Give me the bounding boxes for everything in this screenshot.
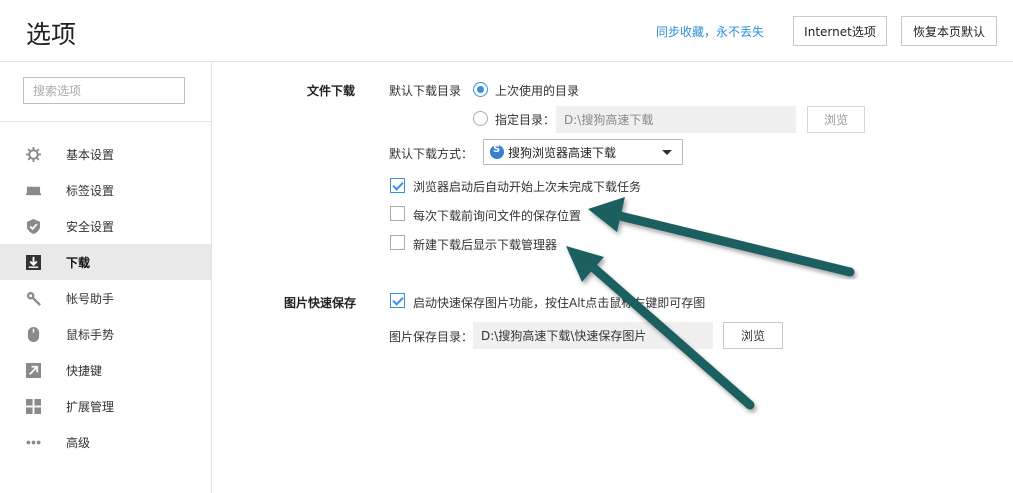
- sidebar-item-mouse-gesture[interactable]: 鼠标手势: [0, 316, 211, 352]
- image-save-enable-checkbox[interactable]: [390, 293, 405, 308]
- last-used-dir-radio[interactable]: [473, 82, 488, 97]
- resume-downloads-checkbox[interactable]: [390, 178, 405, 193]
- image-dir-field[interactable]: D:\搜狗高速下载\快速保存图片: [473, 322, 713, 349]
- sidebar-nav: 基本设置 标签设置 安全设置 下载 帐号助手 鼠标手势 快捷键 扩展管理 高级: [0, 136, 211, 460]
- ask-location-checkbox[interactable]: [390, 206, 405, 221]
- restore-defaults-button[interactable]: 恢复本页默认: [901, 16, 997, 46]
- key-icon: [26, 291, 41, 306]
- image-dir-label: 图片保存目录：: [389, 330, 474, 344]
- last-used-dir-label: 上次使用的目录: [495, 84, 580, 98]
- sidebar-item-label: 基本设置: [66, 148, 115, 162]
- ask-location-label: 每次下载前询问文件的保存位置: [413, 209, 582, 223]
- sidebar-item-label: 安全设置: [66, 220, 115, 234]
- shield-icon: [26, 219, 41, 234]
- sidebar-item-label: 下载: [66, 256, 91, 270]
- download-method-label: 默认下载方式：: [389, 147, 474, 161]
- download-method-value: 搜狗浏览器高速下载: [508, 145, 617, 160]
- file-download-section-title: 文件下载: [307, 84, 356, 98]
- sogou-browser-icon: [490, 144, 504, 159]
- browse-dir-button[interactable]: 浏览: [807, 106, 865, 133]
- download-method-select[interactable]: 搜狗浏览器高速下载: [483, 139, 683, 165]
- sidebar-item-label: 快捷键: [66, 364, 103, 378]
- specified-dir-radio[interactable]: [473, 111, 488, 126]
- sidebar-item-label: 扩展管理: [66, 400, 115, 414]
- sync-favorites-link[interactable]: 同步收藏，永不丢失: [656, 23, 764, 40]
- sidebar-item-basic[interactable]: 基本设置: [0, 136, 211, 172]
- sidebar-item-shortcuts[interactable]: 快捷键: [0, 352, 211, 388]
- default-dir-label: 默认下载目录: [389, 84, 462, 98]
- sidebar-item-download[interactable]: 下载: [0, 244, 211, 280]
- header: 选项 同步收藏，永不丢失 Internet选项 恢复本页默认: [0, 0, 1013, 62]
- sidebar-item-label: 高级: [66, 436, 91, 450]
- shortcut-icon: [26, 363, 41, 378]
- sidebar-item-extensions[interactable]: 扩展管理: [0, 388, 211, 424]
- sidebar-divider: [0, 121, 211, 122]
- sidebar-item-label: 鼠标手势: [66, 328, 115, 342]
- image-save-enable-label: 启动快速保存图片功能，按住Alt点击鼠标左键即可存图: [413, 296, 706, 310]
- gear-icon: [26, 147, 41, 162]
- settings-content: 文件下载 默认下载目录 上次使用的目录 指定目录： D:\搜狗高速下载 浏览 默…: [213, 62, 1013, 493]
- tab-icon: [26, 186, 41, 196]
- resume-downloads-label: 浏览器启动后自动开始上次未完成下载任务: [413, 180, 642, 194]
- sidebar-item-label: 帐号助手: [66, 292, 115, 306]
- extensions-icon: [26, 399, 41, 414]
- show-manager-label: 新建下载后显示下载管理器: [413, 238, 558, 252]
- more-icon: [26, 440, 41, 445]
- sidebar: 基本设置 标签设置 安全设置 下载 帐号助手 鼠标手势 快捷键 扩展管理: [0, 62, 212, 493]
- image-save-section-title: 图片快速保存: [284, 296, 357, 310]
- sidebar-item-label: 标签设置: [66, 184, 115, 198]
- download-icon: [26, 255, 41, 270]
- search-input[interactable]: [23, 77, 185, 104]
- sidebar-item-advanced[interactable]: 高级: [0, 424, 211, 460]
- sidebar-item-tabs[interactable]: 标签设置: [0, 172, 211, 208]
- internet-options-button[interactable]: Internet选项: [793, 16, 887, 46]
- show-manager-checkbox[interactable]: [390, 235, 405, 250]
- specified-dir-field[interactable]: D:\搜狗高速下载: [556, 106, 796, 133]
- sidebar-item-account[interactable]: 帐号助手: [0, 280, 211, 316]
- mouse-icon: [27, 327, 40, 342]
- chevron-down-icon: [662, 150, 672, 155]
- page-title: 选项: [26, 20, 77, 49]
- specified-dir-label: 指定目录：: [495, 113, 556, 127]
- browse-image-dir-button[interactable]: 浏览: [723, 322, 783, 349]
- sidebar-item-security[interactable]: 安全设置: [0, 208, 211, 244]
